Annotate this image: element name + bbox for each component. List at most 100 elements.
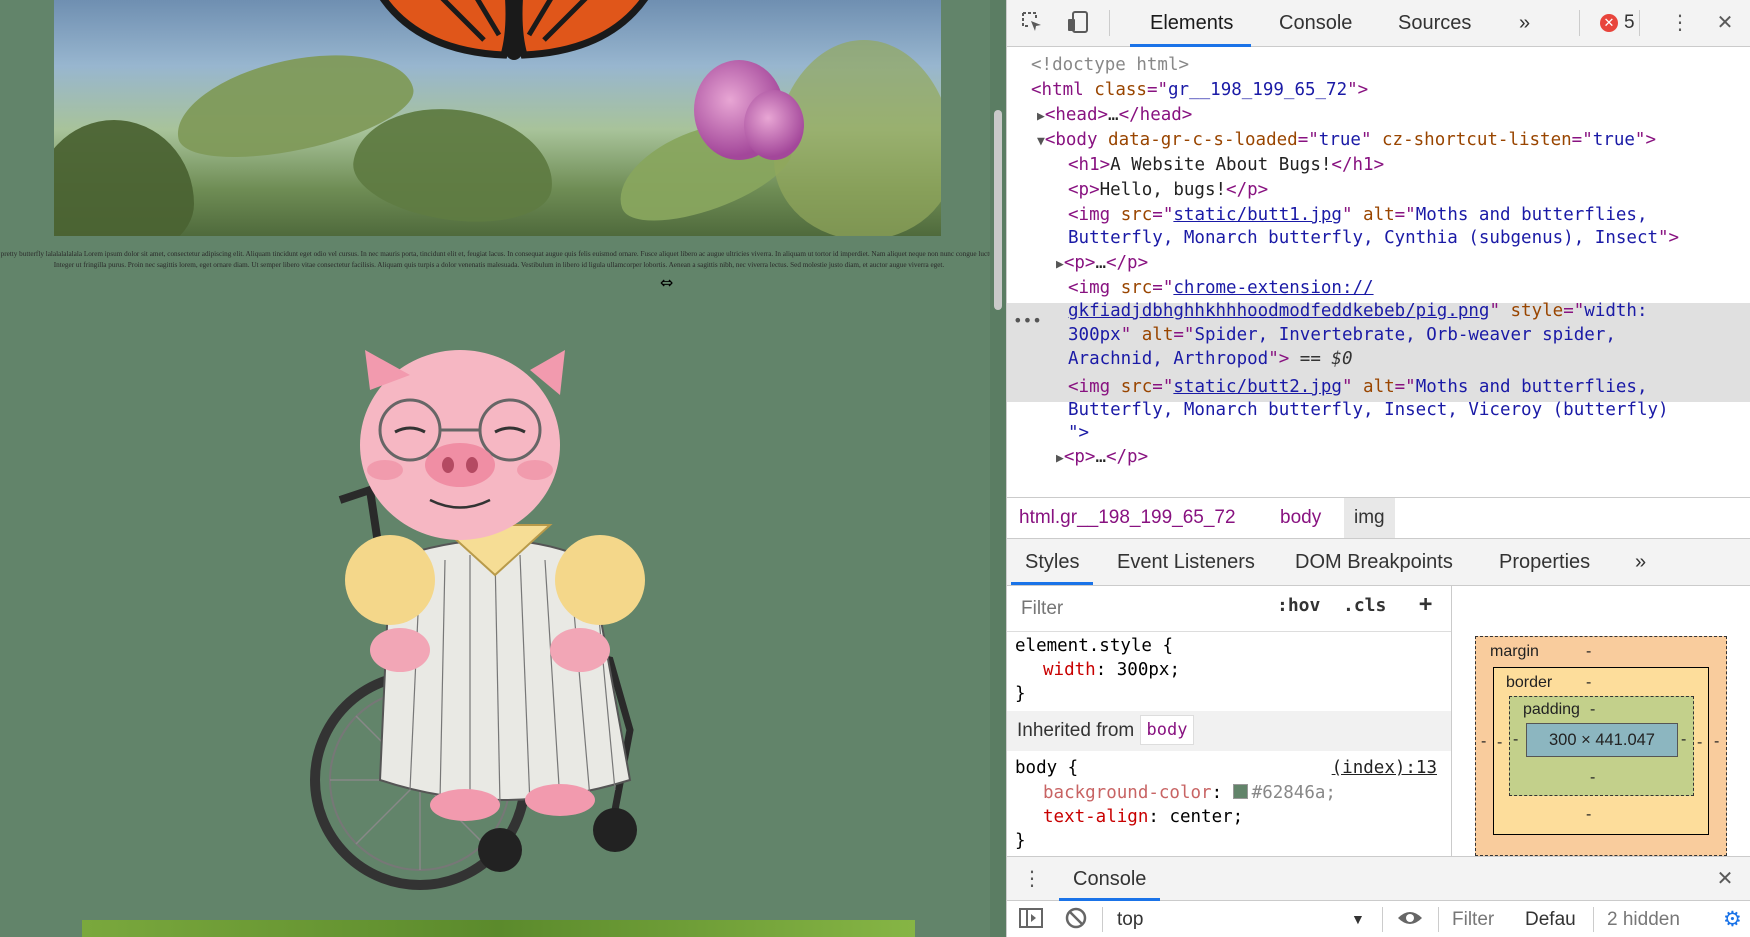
doctype-line[interactable]: <!doctype html> xyxy=(1031,53,1189,78)
element-style-selector[interactable]: element.style { xyxy=(1015,634,1173,659)
border-top-value[interactable]: - xyxy=(1586,674,1591,692)
margin-top-value[interactable]: - xyxy=(1586,643,1591,661)
show-sidebar-icon[interactable] xyxy=(1019,901,1043,937)
tab-event-listeners[interactable]: Event Listeners xyxy=(1117,539,1255,585)
expand-triangle-icon[interactable]: ▶ xyxy=(1037,109,1045,124)
margin-left-value[interactable]: - xyxy=(1481,733,1486,751)
hidden-messages-count: 2 hidden xyxy=(1607,909,1680,930)
tab-styles[interactable]: Styles xyxy=(1010,539,1095,585)
head-node[interactable]: ▶<head>…</head> xyxy=(1037,103,1192,130)
img3-src-link[interactable]: static/butt2.jpg xyxy=(1173,377,1342,397)
attr-value: Moths and butterflies, xyxy=(1415,205,1648,225)
tab-elements[interactable]: Elements xyxy=(1129,0,1252,47)
html-node[interactable]: <html class="gr__198_199_65_72"> xyxy=(1031,78,1368,103)
error-count-badge[interactable]: ✕ 5 xyxy=(1600,11,1635,35)
toolbar-separator xyxy=(1102,907,1103,932)
padding-bottom-value[interactable]: - xyxy=(1590,769,1595,787)
body-align-declaration[interactable]: text-align: center; xyxy=(1043,805,1243,830)
margin-label: margin xyxy=(1490,643,1539,660)
clear-console-icon[interactable] xyxy=(1065,901,1087,937)
toolbar-separator xyxy=(1438,907,1439,932)
element-style-declaration[interactable]: width: 300px; xyxy=(1043,658,1180,683)
tab-sources[interactable]: Sources xyxy=(1398,0,1471,47)
img2-alt-continued[interactable]: Arachnid, Arthropod"> == $0 xyxy=(1068,347,1352,372)
hover-state-button[interactable]: :hov xyxy=(1277,595,1320,616)
breadcrumb-img[interactable]: img xyxy=(1344,498,1395,538)
color-swatch[interactable] xyxy=(1232,784,1248,799)
body-bg-declaration[interactable]: background-color: #62846a; xyxy=(1043,781,1336,806)
border-bottom-value[interactable]: - xyxy=(1586,806,1591,824)
log-levels-dropdown[interactable]: Defau xyxy=(1525,901,1576,937)
expand-triangle-icon[interactable]: ▶ xyxy=(1056,451,1064,466)
img2-node[interactable]: <img src="chrome-extension:// xyxy=(1068,276,1374,301)
tab-console[interactable]: Console xyxy=(1279,0,1352,47)
console-settings-gear-icon[interactable]: ⚙ xyxy=(1723,901,1742,937)
context-dropdown-icon[interactable]: ▼ xyxy=(1351,901,1365,937)
img1-node[interactable]: <img src="static/butt1.jpg" alt="Moths a… xyxy=(1068,203,1648,228)
p-collapsed-node[interactable]: ▶<p>…</p> xyxy=(1056,251,1148,278)
kebab-icon[interactable]: ⋮ xyxy=(1667,10,1693,36)
margin-right-value[interactable]: - xyxy=(1714,733,1719,751)
img2-src-link[interactable]: chrome-extension:// xyxy=(1173,278,1373,298)
device-toolbar-icon[interactable] xyxy=(1065,10,1091,36)
p-node[interactable]: <p>Hello, bugs!</p> xyxy=(1068,178,1268,203)
img1-src-link[interactable]: static/butt1.jpg xyxy=(1173,205,1342,225)
live-expression-eye-icon[interactable] xyxy=(1396,901,1424,937)
page-scrollbar[interactable] xyxy=(990,0,1006,937)
dom-tree[interactable]: ••• <!doctype html> <html class="gr__198… xyxy=(1007,47,1750,497)
console-filter-input[interactable]: Filter xyxy=(1452,901,1494,937)
drawer-header: ⋮ Console ✕ xyxy=(1007,857,1750,901)
img2-src-continued[interactable]: gkfiadjdbhghhkhhhoodmodfeddkebeb/pig.png… xyxy=(1068,299,1648,324)
tab-dom-breakpoints[interactable]: DOM Breakpoints xyxy=(1295,539,1453,585)
img3-node[interactable]: <img src="static/butt2.jpg" alt="Moths a… xyxy=(1068,375,1648,400)
inherited-label: Inherited from xyxy=(1017,720,1135,741)
selected-node-marker: == $0 xyxy=(1299,349,1353,369)
pig-wheelchair-image xyxy=(310,350,700,900)
padding-label: padding xyxy=(1523,701,1580,718)
styles-filter-input[interactable] xyxy=(1013,592,1261,626)
box-model-padding[interactable]: padding - - - - 300 × 441.047 xyxy=(1509,696,1694,796)
collapse-triangle-icon[interactable]: ▼ xyxy=(1037,134,1045,149)
padding-left-value[interactable]: - xyxy=(1513,731,1518,749)
page-viewport: pretty butterfly lalalalalalala Lorem ip… xyxy=(0,0,1006,937)
more-subtabs-button[interactable]: » xyxy=(1635,539,1646,585)
new-style-rule-button[interactable]: + xyxy=(1419,592,1432,617)
more-tabs-button[interactable]: » xyxy=(1519,0,1530,47)
border-right-value[interactable]: - xyxy=(1697,734,1702,752)
expand-triangle-icon[interactable]: ▶ xyxy=(1056,257,1064,272)
h1-node[interactable]: <h1>A Website About Bugs!</h1> xyxy=(1068,153,1384,178)
devtools-panel: Elements Console Sources » ✕ 5 ⋮ ✕ ••• <!… xyxy=(1006,0,1750,937)
img1-alt-continued[interactable]: Butterfly, Monarch butterfly, Cynthia (s… xyxy=(1068,226,1679,251)
drawer-menu-icon[interactable]: ⋮ xyxy=(1019,866,1045,892)
node-actions-ellipsis[interactable]: ••• xyxy=(1013,309,1042,334)
stylesheet-source-link[interactable]: (index):13 xyxy=(1332,756,1437,781)
attr-value: true xyxy=(1318,130,1361,150)
scrollbar-thumb[interactable] xyxy=(994,110,1002,310)
img2-style-continued[interactable]: 300px" alt="Spider, Invertebrate, Orb-we… xyxy=(1068,323,1616,348)
img3-alt-end[interactable]: "> xyxy=(1068,421,1089,446)
context-selector[interactable]: top xyxy=(1117,901,1143,937)
tab-properties[interactable]: Properties xyxy=(1499,539,1590,585)
class-toggle-button[interactable]: .cls xyxy=(1343,595,1386,616)
body-rule-selector[interactable]: body {(index):13 xyxy=(1015,756,1445,781)
lorem-paragraph: pretty butterfly lalalalalalala Lorem ip… xyxy=(0,250,998,269)
img3-alt-continued[interactable]: Butterfly, Monarch butterfly, Insect, Vi… xyxy=(1068,398,1669,423)
body-node[interactable]: ▼<body data-gr-c-s-loaded="true" cz-shor… xyxy=(1037,128,1656,155)
box-model-margin[interactable]: margin - - - border - - - - padding - - … xyxy=(1475,636,1727,856)
p-partial-node[interactable]: ▶<p>…</p> xyxy=(1056,445,1148,472)
breadcrumb-html[interactable]: html.gr__198_199_65_72 xyxy=(1019,498,1236,538)
inspect-element-icon[interactable] xyxy=(1019,10,1045,36)
padding-right-value[interactable]: - xyxy=(1681,731,1686,749)
drawer-close-icon[interactable]: ✕ xyxy=(1712,866,1738,892)
img2-src-link[interactable]: gkfiadjdbhghhkhhhoodmodfeddkebeb/pig.png xyxy=(1068,301,1489,321)
border-left-value[interactable]: - xyxy=(1497,734,1502,752)
breadcrumb-body[interactable]: body xyxy=(1280,498,1321,538)
inherited-from-body-link[interactable]: body xyxy=(1139,715,1195,745)
css-property: width xyxy=(1043,660,1096,680)
box-model-border[interactable]: border - - - - padding - - - - 300 × 441… xyxy=(1493,667,1709,835)
box-model-content-size[interactable]: 300 × 441.047 xyxy=(1526,723,1678,757)
close-icon[interactable]: ✕ xyxy=(1712,10,1738,36)
padding-top-value[interactable]: - xyxy=(1590,701,1595,719)
drawer-tab-console[interactable]: Console xyxy=(1058,857,1161,901)
attr-value: Moths and butterflies, xyxy=(1415,377,1648,397)
